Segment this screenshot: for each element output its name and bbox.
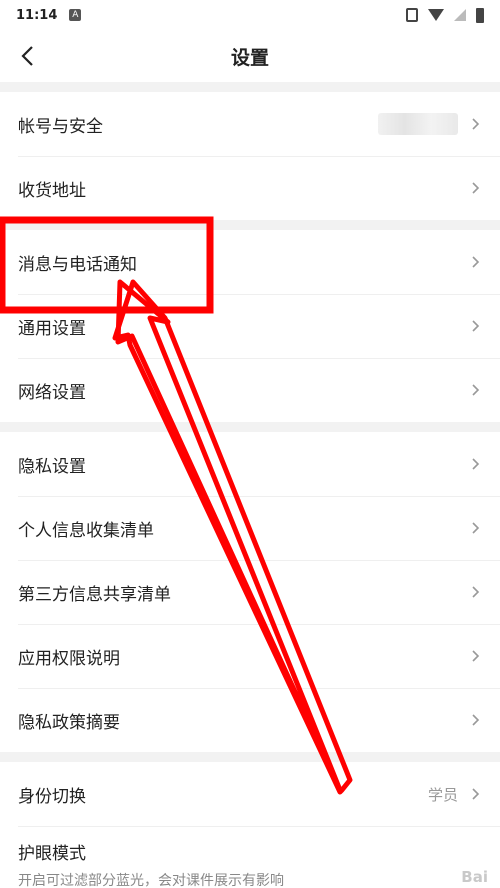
settings-item-label: 个人信息收集清单 bbox=[18, 520, 154, 541]
vibrate-icon bbox=[406, 8, 418, 22]
settings-item-notifications[interactable]: 消息与电话通知 bbox=[0, 230, 500, 294]
status-bar: 11:14 A bbox=[0, 0, 500, 30]
settings-group-mode: 身份切换 学员 护眼模式 开启可过滤部分蓝光，会对课件展示有影响 bbox=[0, 762, 500, 888]
chevron-right-icon bbox=[468, 383, 482, 397]
settings-item-privacy[interactable]: 隐私设置 bbox=[0, 432, 500, 496]
group-divider bbox=[0, 82, 500, 92]
chevron-right-icon bbox=[468, 585, 482, 599]
settings-item-label: 身份切换 bbox=[18, 786, 86, 807]
settings-item-label: 隐私政策摘要 bbox=[18, 712, 120, 733]
settings-item-label: 通用设置 bbox=[18, 318, 86, 339]
status-time: 11:14 bbox=[16, 7, 58, 23]
settings-group-account: 帐号与安全 收货地址 bbox=[0, 92, 500, 220]
settings-item-label: 收货地址 bbox=[18, 180, 86, 201]
settings-item-account-security[interactable]: 帐号与安全 bbox=[0, 92, 500, 156]
settings-group-general: 消息与电话通知 通用设置 网络设置 bbox=[0, 230, 500, 422]
chevron-right-icon bbox=[468, 521, 482, 535]
settings-item-privacy-summary[interactable]: 隐私政策摘要 bbox=[0, 688, 500, 752]
redacted-account-value bbox=[378, 113, 458, 135]
settings-item-personal-info-list[interactable]: 个人信息收集清单 bbox=[0, 496, 500, 560]
back-arrow-icon bbox=[21, 46, 33, 66]
chevron-right-icon bbox=[468, 649, 482, 663]
settings-item-label: 护眼模式 bbox=[18, 843, 86, 864]
settings-item-network[interactable]: 网络设置 bbox=[0, 358, 500, 422]
settings-item-description: 开启可过滤部分蓝光，会对课件展示有影响 bbox=[18, 872, 284, 888]
settings-item-shipping-address[interactable]: 收货地址 bbox=[0, 156, 500, 220]
settings-item-general[interactable]: 通用设置 bbox=[0, 294, 500, 358]
chevron-right-icon bbox=[468, 457, 482, 471]
status-icons bbox=[406, 7, 484, 23]
wifi-icon bbox=[428, 9, 444, 21]
settings-item-label: 帐号与安全 bbox=[18, 116, 103, 137]
chevron-right-icon bbox=[468, 319, 482, 333]
settings-item-label: 第三方信息共享清单 bbox=[18, 584, 171, 605]
chevron-right-icon bbox=[468, 787, 482, 801]
settings-item-label: 应用权限说明 bbox=[18, 648, 120, 669]
group-divider bbox=[0, 422, 500, 432]
group-divider bbox=[0, 752, 500, 762]
nav-bar: 设置 bbox=[0, 30, 500, 82]
chevron-right-icon bbox=[468, 713, 482, 727]
group-divider bbox=[0, 220, 500, 230]
back-button[interactable] bbox=[10, 38, 46, 74]
page-title: 设置 bbox=[230, 46, 269, 69]
battery-icon bbox=[476, 7, 484, 23]
signal-icon bbox=[454, 9, 466, 21]
settings-item-label: 消息与电话通知 bbox=[18, 254, 137, 275]
settings-item-label: 网络设置 bbox=[18, 382, 86, 403]
chevron-right-icon bbox=[468, 181, 482, 195]
settings-item-label: 隐私设置 bbox=[18, 456, 86, 477]
chevron-right-icon bbox=[468, 255, 482, 269]
settings-item-third-party-sharing[interactable]: 第三方信息共享清单 bbox=[0, 560, 500, 624]
notification-badge-icon: A bbox=[69, 9, 82, 21]
settings-group-privacy: 隐私设置 个人信息收集清单 第三方信息共享清单 应用权限说明 隐私政策摘要 bbox=[0, 432, 500, 752]
settings-item-app-permissions[interactable]: 应用权限说明 bbox=[0, 624, 500, 688]
chevron-right-icon bbox=[468, 117, 482, 131]
settings-item-eye-protection[interactable]: 护眼模式 开启可过滤部分蓝光，会对课件展示有影响 bbox=[0, 826, 500, 888]
watermark-logo: Bai bbox=[461, 868, 488, 886]
settings-item-identity-switch[interactable]: 身份切换 学员 bbox=[0, 762, 500, 826]
identity-value: 学员 bbox=[427, 785, 458, 804]
